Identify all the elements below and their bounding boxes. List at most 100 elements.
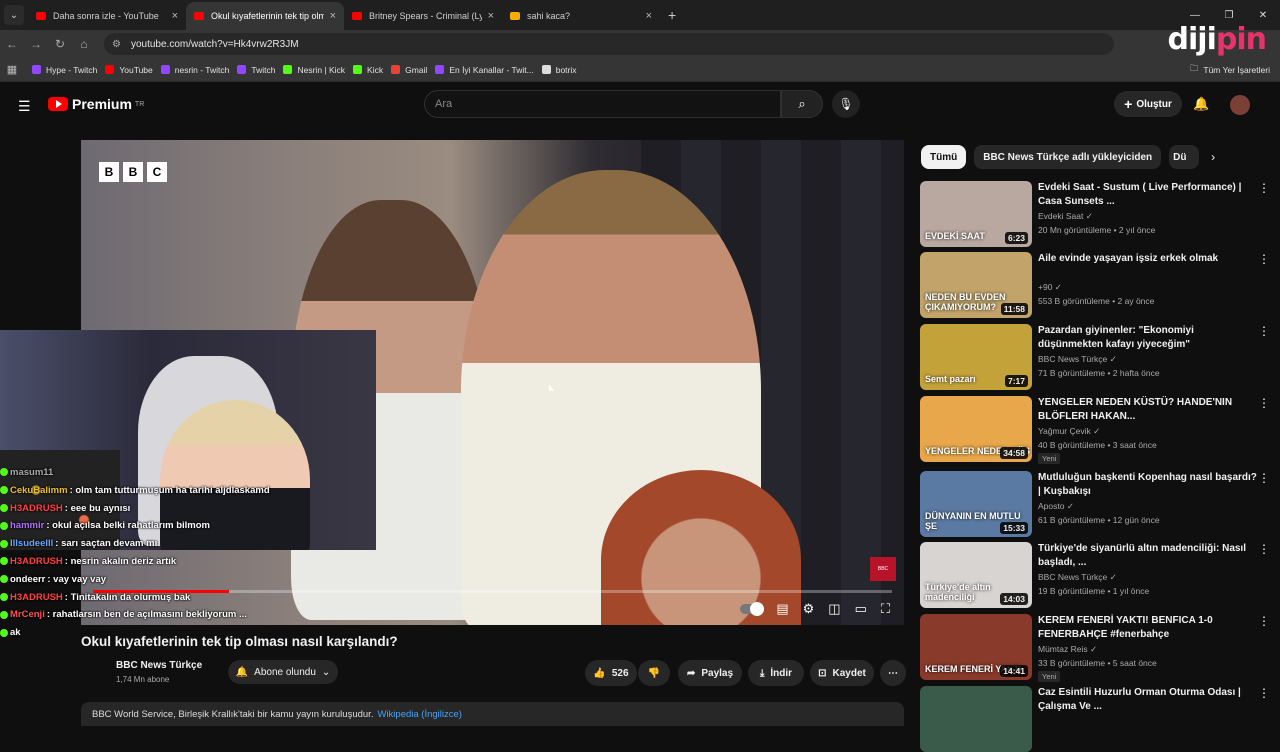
recommendation-channel[interactable]: Evdeki Saat ✓: [1038, 211, 1093, 222]
reload-icon[interactable]: ↻: [48, 37, 72, 51]
chat-username[interactable]: MrCenji: [10, 609, 45, 620]
close-tab-icon[interactable]: ×: [646, 10, 652, 22]
recommendation-item[interactable]: EVDEKİ SAAT 6:23 Evdeki Saat - Sustum ( Li…: [920, 181, 1270, 247]
chat-username[interactable]: ondeerr: [10, 574, 45, 585]
create-button[interactable]: + Oluştur: [1114, 91, 1182, 117]
all-bookmarks-folder[interactable]: 🗀 Tüm Yer İşaretleri: [1190, 63, 1270, 77]
settings-gear-icon[interactable]: ⚙: [803, 601, 815, 617]
minimize-icon[interactable]: —: [1178, 10, 1212, 21]
like-button[interactable]: 👍 526: [585, 660, 637, 686]
description-box[interactable]: BBC World Service, Birleşik Krallık'taki…: [81, 702, 904, 726]
youtube-premium-logo[interactable]: Premium TR: [48, 96, 144, 112]
subtitles-icon[interactable]: ▤: [776, 601, 788, 617]
more-options-icon[interactable]: ⋮: [1258, 686, 1270, 700]
chat-username[interactable]: ak: [10, 627, 21, 638]
more-options-icon[interactable]: ⋮: [1258, 542, 1270, 556]
bookmark-item[interactable]: Hype - Twitch: [32, 65, 97, 75]
close-tab-icon[interactable]: ×: [488, 10, 494, 22]
theater-mode-icon[interactable]: ▭: [855, 601, 867, 617]
video-thumbnail[interactable]: KEREM FENERİ YAKTI 14:41: [920, 614, 1032, 680]
save-button[interactable]: ⊡ Kaydet: [810, 660, 874, 686]
maximize-icon[interactable]: ❐: [1212, 10, 1246, 21]
chat-username[interactable]: H3ADRUSH: [10, 503, 63, 514]
browser-tab[interactable]: Daha sonra izle - YouTube ×: [28, 2, 186, 30]
recommendation-item[interactable]: Caz Esintili Huzurlu Orman Oturma Odası …: [920, 686, 1270, 752]
recommendation-item[interactable]: KEREM FENERİ YAKTI 14:41 KEREM FENERİ YAKT…: [920, 614, 1270, 682]
recommendation-title[interactable]: Evdeki Saat - Sustum ( Live Performance)…: [1038, 181, 1258, 209]
bookmark-item[interactable]: Twitch: [237, 65, 275, 75]
more-actions-button[interactable]: ⋯: [880, 660, 906, 686]
browser-tab-active[interactable]: Okul kıyafetlerinin tek tip olması ×: [186, 2, 344, 30]
recommendation-item[interactable]: YENGELER NEDEN KÜS 34:58 YENGELER NEDEN KÜ…: [920, 396, 1270, 464]
video-thumbnail[interactable]: EVDEKİ SAAT 6:23: [920, 181, 1032, 247]
bookmark-item[interactable]: Gmail: [391, 65, 427, 75]
search-button[interactable]: ⌕: [781, 90, 823, 118]
fullscreen-icon[interactable]: ⛶: [881, 601, 890, 617]
avatar[interactable]: [1230, 95, 1250, 115]
menu-icon[interactable]: ☰: [18, 98, 31, 115]
recommendation-title[interactable]: Türkiye'de siyanürlü altın madenciliği: …: [1038, 542, 1258, 570]
close-tab-icon[interactable]: ×: [330, 10, 336, 22]
bookmark-item[interactable]: En İyi Kanallar - Twit...: [435, 65, 534, 75]
chat-username[interactable]: H3ADRUSH: [10, 556, 63, 567]
voice-search-icon[interactable]: 🎙: [832, 90, 860, 118]
video-thumbnail[interactable]: NEDEN BU EVDEN ÇIKAMIYORUM? 11:58: [920, 252, 1032, 318]
chip-from-uploader[interactable]: BBC News Türkçe adlı yükleyiciden: [974, 145, 1162, 169]
chat-username[interactable]: hammir: [10, 520, 44, 531]
bookmark-item[interactable]: nesrin - Twitch: [160, 65, 229, 75]
chat-username[interactable]: masum11: [10, 467, 53, 478]
forward-icon[interactable]: →: [24, 37, 48, 51]
share-button[interactable]: ➦ Paylaş: [678, 660, 742, 686]
recommendation-title[interactable]: YENGELER NEDEN KÜSTÜ? HANDE'NIN BLÖFLERI…: [1038, 396, 1258, 424]
recommendation-title[interactable]: Pazardan giyinenler: "Ekonomiyi düşünmek…: [1038, 324, 1258, 352]
bookmark-item[interactable]: YouTube: [105, 65, 153, 75]
more-options-icon[interactable]: ⋮: [1258, 471, 1270, 485]
subscribed-button[interactable]: 🔔 Abone olundu ⌄: [228, 660, 338, 684]
autoplay-toggle[interactable]: [740, 602, 765, 616]
tab-search-icon[interactable]: ⌄: [4, 5, 24, 25]
video-thumbnail[interactable]: Semt pazarı 7:17: [920, 324, 1032, 390]
recommendation-channel[interactable]: BBC News Türkçe ✓: [1038, 354, 1117, 365]
bookmark-item[interactable]: Nesrin | Kick: [283, 65, 345, 75]
miniplayer-icon[interactable]: ◫: [828, 601, 840, 617]
chat-username[interactable]: H3ADRUSH: [10, 592, 63, 603]
notifications-bell-icon[interactable]: 🔔: [1193, 96, 1209, 112]
bookmark-item[interactable]: Kick: [353, 65, 383, 75]
recommendation-title[interactable]: Caz Esintili Huzurlu Orman Oturma Odası …: [1038, 686, 1258, 714]
channel-name[interactable]: BBC News Türkçe: [116, 660, 202, 671]
recommendation-item[interactable]: NEDEN BU EVDEN ÇIKAMIYORUM? 11:58 Aile evi…: [920, 252, 1270, 318]
browser-tab[interactable]: Britney Spears - Criminal (Lyrics) ×: [344, 2, 502, 30]
more-options-icon[interactable]: ⋮: [1258, 252, 1270, 266]
site-info-icon[interactable]: ⚙: [112, 39, 121, 50]
recommendation-channel[interactable]: BBC News Türkçe ✓: [1038, 572, 1117, 583]
recommendation-channel[interactable]: Aposto ✓: [1038, 501, 1074, 512]
recommendation-title[interactable]: KEREM FENERİ YAKTI! BENFICA 1-0 FENERBAH…: [1038, 614, 1258, 642]
bookmark-item[interactable]: botrix: [541, 65, 577, 75]
close-tab-icon[interactable]: ×: [172, 10, 178, 22]
chat-username[interactable]: CekuBalimm: [10, 485, 68, 496]
chip-more[interactable]: Dü: [1169, 145, 1200, 169]
more-options-icon[interactable]: ⋮: [1258, 396, 1270, 410]
recommendation-channel[interactable]: +90 ✓: [1038, 282, 1062, 293]
more-options-icon[interactable]: ⋮: [1258, 614, 1270, 628]
download-button[interactable]: ⤓ İndir: [748, 660, 804, 686]
video-thumbnail[interactable]: Türkiye'de altın madenciliği 14:03: [920, 542, 1032, 608]
dislike-button[interactable]: 👎: [638, 660, 670, 686]
video-thumbnail[interactable]: YENGELER NEDEN KÜS 34:58: [920, 396, 1032, 462]
more-options-icon[interactable]: ⋮: [1258, 181, 1270, 195]
video-thumbnail[interactable]: DÜNYANIN EN MUTLU ŞE 15:33: [920, 471, 1032, 537]
home-icon[interactable]: ⌂: [72, 37, 96, 51]
video-thumbnail[interactable]: [920, 686, 1032, 752]
chip-all[interactable]: Tümü: [921, 145, 967, 169]
recommendation-item[interactable]: Semt pazarı 7:17 Pazardan giyinenler: "Eko…: [920, 324, 1270, 390]
new-tab-icon[interactable]: +: [668, 7, 676, 23]
wikipedia-link[interactable]: Wikipedia (İngilizce): [377, 709, 461, 720]
recommendation-title[interactable]: Aile evinde yaşayan işsiz erkek olmak: [1038, 252, 1258, 266]
recommendation-channel[interactable]: Mümtaz Reis ✓: [1038, 644, 1097, 655]
recommendation-item[interactable]: DÜNYANIN EN MUTLU ŞE 15:33 Mutluluğun başk…: [920, 471, 1270, 537]
browser-tab[interactable]: sahi kaca? ×: [502, 2, 660, 30]
chat-username[interactable]: Illsudeelll: [10, 538, 53, 549]
more-options-icon[interactable]: ⋮: [1258, 324, 1270, 338]
recommendation-item[interactable]: Türkiye'de altın madenciliği 14:03 Türkiye…: [920, 542, 1270, 608]
chevron-right-icon[interactable]: ›: [1211, 150, 1215, 164]
